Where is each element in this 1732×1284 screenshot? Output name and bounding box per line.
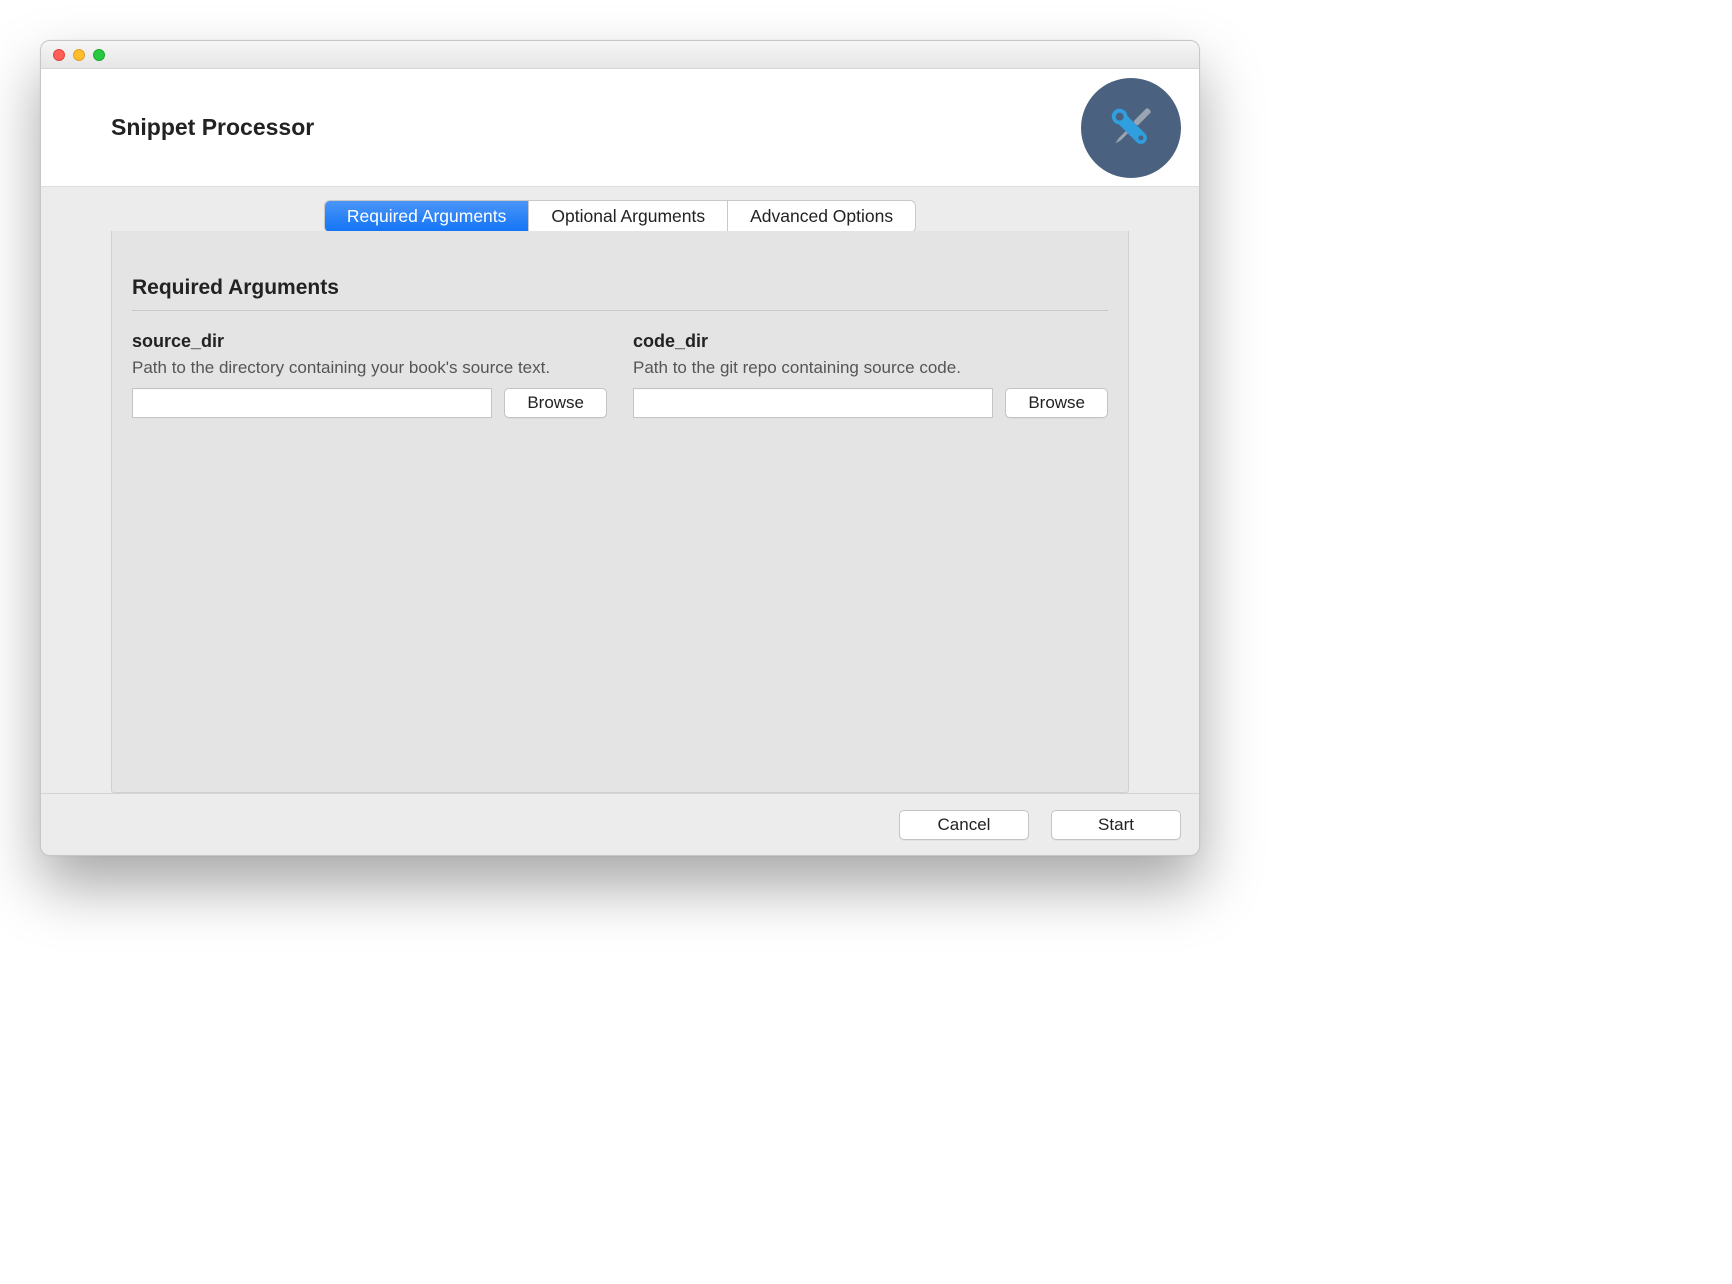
window-zoom-button[interactable]: [93, 49, 105, 61]
tabs: Required Arguments Optional Arguments Ad…: [111, 186, 1129, 232]
tab-segmented-control: Required Arguments Optional Arguments Ad…: [325, 201, 915, 232]
app-title: Snippet Processor: [111, 114, 314, 141]
tab-panel: Required Arguments source_dir Path to th…: [111, 231, 1129, 793]
tools-icon: [1081, 78, 1181, 178]
content-area: Required Arguments Optional Arguments Ad…: [41, 187, 1199, 793]
field-label-source-dir: source_dir: [132, 331, 607, 352]
cancel-button[interactable]: Cancel: [899, 810, 1029, 840]
fields-row: source_dir Path to the directory contain…: [132, 331, 1108, 418]
footer: Cancel Start: [41, 793, 1199, 855]
tab-advanced-options[interactable]: Advanced Options: [728, 201, 915, 232]
field-label-code-dir: code_dir: [633, 331, 1108, 352]
field-source-dir: source_dir Path to the directory contain…: [132, 331, 607, 418]
field-desc-source-dir: Path to the directory containing your bo…: [132, 358, 607, 378]
window-minimize-button[interactable]: [73, 49, 85, 61]
tab-required-arguments[interactable]: Required Arguments: [325, 201, 530, 232]
browse-source-dir-button[interactable]: Browse: [504, 388, 607, 418]
titlebar: [41, 41, 1199, 69]
app-window: Snippet Processor Required Arguments: [40, 40, 1200, 856]
browse-code-dir-button[interactable]: Browse: [1005, 388, 1108, 418]
code-dir-input[interactable]: [633, 388, 993, 418]
header: Snippet Processor: [41, 69, 1199, 187]
source-dir-input[interactable]: [132, 388, 492, 418]
field-code-dir: code_dir Path to the git repo containing…: [633, 331, 1108, 418]
field-desc-code-dir: Path to the git repo containing source c…: [633, 358, 1108, 378]
start-button[interactable]: Start: [1051, 810, 1181, 840]
tab-optional-arguments[interactable]: Optional Arguments: [529, 201, 728, 232]
section-title: Required Arguments: [132, 276, 1108, 311]
window-close-button[interactable]: [53, 49, 65, 61]
